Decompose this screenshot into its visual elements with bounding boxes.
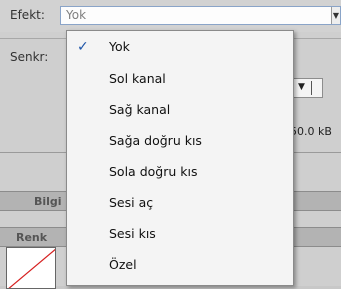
menu-item[interactable]: Sol kanal <box>109 71 166 86</box>
effect-combo[interactable]: Yok ▼ <box>60 6 341 25</box>
size-text: 50.0 kB <box>290 125 332 138</box>
menu-item[interactable]: Sesi kıs <box>109 226 156 241</box>
tab-info[interactable]: Bilgi <box>34 195 62 208</box>
menu-item[interactable]: Sesi aç <box>109 195 153 210</box>
color-swatch[interactable] <box>6 247 56 289</box>
menu-item[interactable]: Yok <box>109 39 130 54</box>
menu-item[interactable]: Sola doğru kıs <box>109 164 197 179</box>
sync-combo[interactable]: ▼ <box>290 78 323 98</box>
chevron-down-icon: ▼ <box>298 82 305 92</box>
effect-label: Efekt: <box>10 8 45 22</box>
combo-divider <box>311 81 312 95</box>
checkmark-icon: ✓ <box>77 39 89 55</box>
effect-row: Efekt: Yok ▼ <box>0 0 341 32</box>
menu-item[interactable]: Sağa doğru kıs <box>109 133 202 148</box>
chevron-down-icon[interactable]: ▼ <box>331 7 340 24</box>
effect-combo-value: Yok <box>66 8 87 22</box>
tab-color[interactable]: Renk <box>16 231 47 244</box>
no-color-icon <box>8 248 55 288</box>
menu-item[interactable]: Sağ kanal <box>109 102 170 117</box>
effect-dropdown-menu: ✓ Yok Sol kanal Sağ kanal Sağa doğru kıs… <box>66 30 294 286</box>
menu-item[interactable]: Özel <box>109 257 137 272</box>
sync-label: Senkr: <box>10 50 49 64</box>
